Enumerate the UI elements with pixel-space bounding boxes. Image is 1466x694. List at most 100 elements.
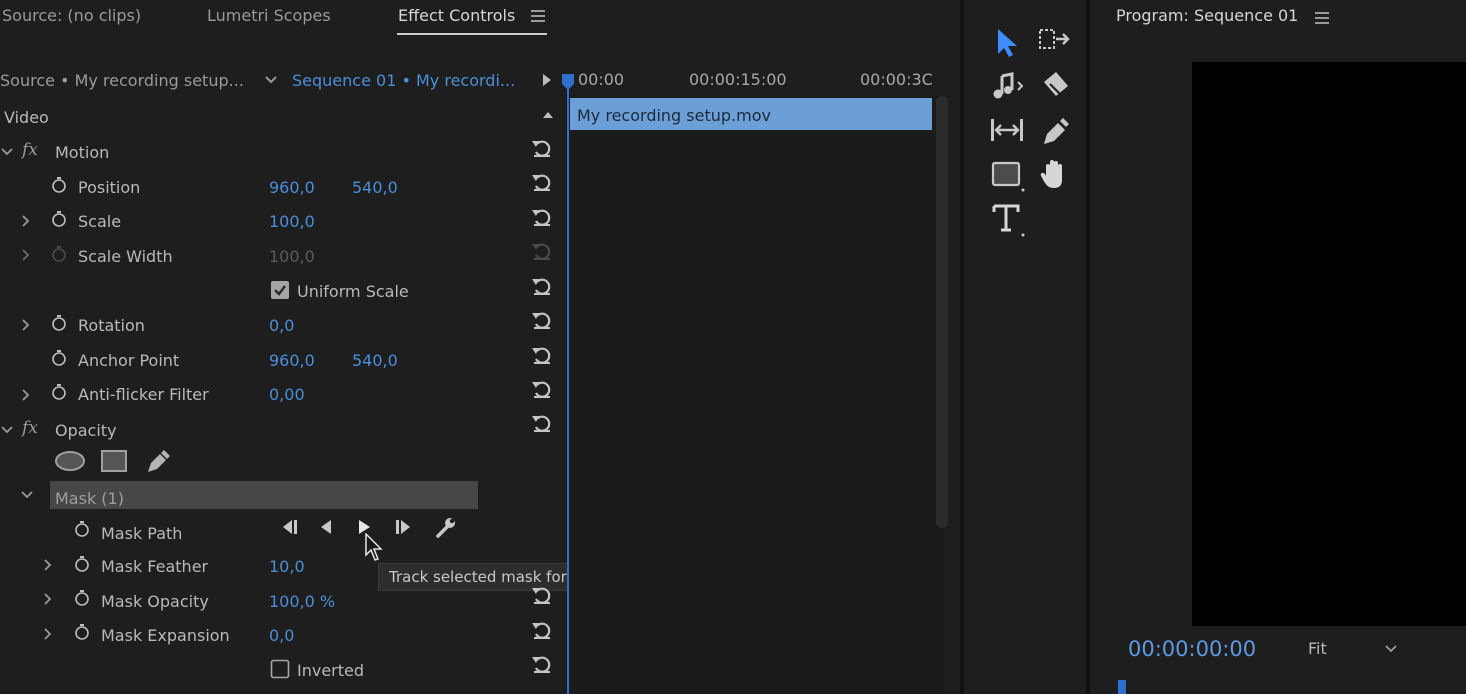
timeline-tick-1: 00:00:15:00 (689, 70, 787, 89)
scroll-up-icon[interactable] (542, 110, 554, 120)
type-icon[interactable] (988, 200, 1026, 238)
anti-flicker-value[interactable]: 0,00 (269, 385, 305, 404)
reset-icon[interactable] (531, 654, 553, 674)
program-playhead[interactable] (1118, 680, 1126, 694)
panel-divider[interactable] (960, 0, 964, 694)
reset-icon[interactable] (531, 379, 553, 399)
menu-icon[interactable] (531, 9, 547, 23)
anchor-point-y-value[interactable]: 540,0 (352, 351, 398, 370)
active-tab-underline (397, 33, 547, 35)
stopwatch-icon[interactable] (51, 350, 67, 366)
mask-expansion-label: Mask Expansion (101, 626, 230, 645)
pen-mask-icon[interactable] (145, 449, 171, 475)
chevron-down-icon[interactable] (1384, 642, 1398, 656)
track-forward-one-icon[interactable] (393, 518, 415, 536)
tab-lumetri-scopes[interactable]: Lumetri Scopes (207, 6, 331, 25)
mask-feather-value[interactable]: 10,0 (269, 557, 305, 576)
menu-icon[interactable] (1315, 11, 1331, 25)
tab-effect-controls[interactable]: Effect Controls (398, 6, 515, 25)
play-only-icon[interactable] (541, 73, 553, 87)
reset-icon[interactable] (531, 585, 553, 605)
reset-icon[interactable] (531, 310, 553, 330)
panel-divider[interactable] (1086, 0, 1090, 694)
chevron-right-icon[interactable] (19, 318, 33, 332)
stopwatch-icon[interactable] (51, 211, 67, 227)
uniform-scale-checkbox[interactable] (270, 280, 290, 300)
ellipse-mask-icon[interactable] (54, 450, 86, 472)
tab-source[interactable]: Source: (no clips) (2, 6, 141, 25)
chevron-right-icon[interactable] (41, 627, 55, 641)
timeline-tick-2: 00:00:3C (860, 70, 933, 89)
scale-width-value: 100,0 (269, 247, 315, 266)
reset-icon (531, 241, 553, 261)
hand-icon[interactable] (1036, 156, 1074, 194)
source-selector[interactable]: Source • My recording setup... (0, 71, 244, 90)
program-title[interactable]: Program: Sequence 01 (1116, 6, 1298, 25)
mouse-cursor-icon (365, 533, 385, 563)
chevron-down-icon[interactable] (0, 145, 14, 159)
position-y-value[interactable]: 540,0 (352, 178, 398, 197)
chevron-down-icon[interactable] (20, 488, 34, 502)
inverted-label: Inverted (297, 661, 365, 680)
stopwatch-icon[interactable] (74, 521, 90, 537)
rotation-value[interactable]: 0,0 (269, 316, 294, 335)
sequence-selector[interactable]: Sequence 01 • My recordi... (292, 71, 515, 90)
timeline-tick-0: 00:00 (578, 70, 625, 89)
stopwatch-icon[interactable] (51, 315, 67, 331)
stopwatch-icon[interactable] (51, 177, 67, 193)
mask-path-label: Mask Path (101, 524, 183, 543)
inverted-checkbox[interactable] (270, 659, 290, 679)
track-backward-icon[interactable] (316, 518, 336, 536)
fx-icon[interactable]: fx (22, 140, 38, 160)
reset-icon[interactable] (531, 138, 553, 158)
reset-icon[interactable] (531, 172, 553, 192)
rectangle-tool-icon[interactable] (988, 156, 1026, 194)
chevron-right-icon[interactable] (41, 558, 55, 572)
ripple-edit-icon[interactable] (988, 68, 1026, 106)
clip-name: My recording setup.mov (577, 106, 771, 125)
timeline-scrollbar[interactable] (936, 96, 948, 528)
wrench-icon[interactable] (434, 515, 458, 539)
playhead[interactable] (567, 76, 569, 694)
chevron-right-icon[interactable] (19, 388, 33, 402)
reset-icon[interactable] (531, 276, 553, 296)
playhead-handle[interactable] (562, 74, 574, 90)
reset-icon[interactable] (531, 620, 553, 640)
mask-label[interactable]: Mask (1) (55, 489, 124, 508)
razor-icon[interactable] (1036, 68, 1074, 106)
position-label: Position (78, 178, 141, 197)
reset-icon[interactable] (531, 413, 553, 433)
program-timecode[interactable]: 00:00:00:00 (1128, 637, 1256, 661)
fx-icon[interactable]: fx (22, 418, 38, 438)
chevron-right-icon[interactable] (41, 592, 55, 606)
reset-icon[interactable] (531, 207, 553, 227)
mask-feather-label: Mask Feather (101, 557, 209, 576)
chevron-down-icon[interactable] (264, 73, 278, 87)
program-video-frame[interactable] (1192, 62, 1466, 626)
stopwatch-icon[interactable] (74, 556, 90, 572)
chevron-down-icon[interactable] (0, 423, 14, 437)
uniform-scale-label: Uniform Scale (297, 282, 409, 301)
scale-label: Scale (78, 212, 122, 231)
stopwatch-icon[interactable] (74, 624, 90, 640)
zoom-select[interactable]: Fit (1308, 639, 1327, 658)
stopwatch-icon[interactable] (51, 384, 67, 400)
track-backward-one-icon[interactable] (278, 518, 300, 536)
pen-icon[interactable] (1036, 112, 1074, 150)
position-x-value[interactable]: 960,0 (269, 178, 315, 197)
scale-value[interactable]: 100,0 (269, 212, 315, 231)
anchor-point-label: Anchor Point (78, 351, 180, 370)
section-video: Video (4, 108, 49, 127)
reset-icon[interactable] (531, 345, 553, 365)
mask-expansion-value[interactable]: 0,0 (269, 626, 294, 645)
selection-tool-icon[interactable] (988, 24, 1026, 62)
chevron-right-icon[interactable] (19, 214, 33, 228)
anchor-point-x-value[interactable]: 960,0 (269, 351, 315, 370)
slip-icon[interactable] (988, 112, 1026, 150)
rectangle-mask-icon[interactable] (100, 449, 128, 473)
timeline-track-area (568, 96, 944, 694)
mask-opacity-value[interactable]: 100,0 % (269, 592, 335, 611)
track-select-icon[interactable] (1036, 22, 1074, 60)
stopwatch-icon[interactable] (74, 590, 90, 606)
chevron-right-icon[interactable] (19, 248, 33, 262)
